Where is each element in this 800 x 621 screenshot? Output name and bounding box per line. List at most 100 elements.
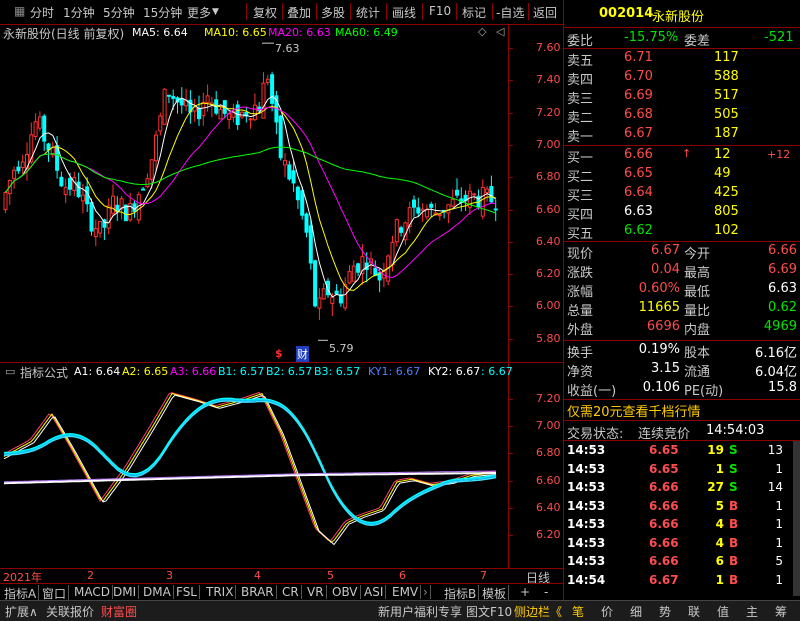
tab-macd[interactable]: MACD xyxy=(72,585,113,599)
related-quotes-button[interactable]: 关联报价 xyxy=(46,603,94,620)
low-price-mark: 5.79 xyxy=(329,342,354,355)
candle-body xyxy=(16,166,21,172)
stock-name: 永新股份 xyxy=(652,10,705,25)
tab-cr[interactable]: CR xyxy=(280,585,302,599)
ask-volume: 517 xyxy=(714,88,739,103)
stat-value: 6.16亿 xyxy=(755,346,797,361)
tick-side: B xyxy=(729,517,739,531)
tab-timeshare[interactable]: 分时 xyxy=(30,4,54,21)
collapse-icon[interactable]: ◁ xyxy=(496,25,504,38)
fuquan-button[interactable]: 复权 xyxy=(253,4,277,21)
overlay-button[interactable]: 叠加 xyxy=(287,4,311,21)
candle-body xyxy=(205,95,210,103)
multi-stock-button[interactable]: 多股 xyxy=(321,4,345,21)
tab-brar[interactable]: BRAR xyxy=(239,585,277,599)
indicator-name[interactable]: 指标公式 xyxy=(20,364,68,381)
tab-asi[interactable]: ASI xyxy=(362,585,387,599)
month-label: 2 xyxy=(87,569,94,582)
price-axis-tick: 5.80 xyxy=(536,331,561,345)
indicator-pane[interactable]: ▭ 指标公式 A1: 6.64 A2: 6.65 A3: 6.66 B1: 6.… xyxy=(0,362,563,568)
tick-count: 14 xyxy=(767,480,783,494)
remove-window-button[interactable]: - xyxy=(542,585,550,599)
candle-body xyxy=(89,202,94,232)
stat-label: 最低 xyxy=(684,285,711,300)
back-button[interactable]: 返回 xyxy=(533,4,557,21)
bid-price: 6.66 xyxy=(624,147,653,162)
candle-body xyxy=(412,199,416,208)
stat-label: 收益(一) xyxy=(567,384,617,399)
tab-obv[interactable]: OBV xyxy=(330,585,361,599)
statistics-button[interactable]: 统计 xyxy=(356,4,380,21)
tab-vr[interactable]: VR xyxy=(305,585,327,599)
draw-line-button[interactable]: 画线 xyxy=(392,4,416,21)
stat-label: 量比 xyxy=(684,304,711,319)
indicator-menu-icon[interactable]: ▭ xyxy=(5,365,15,378)
candle-body xyxy=(450,198,455,207)
tab-detail[interactable]: 细 xyxy=(630,603,642,620)
tab-tick[interactable]: 笔 xyxy=(572,603,584,620)
tab-value[interactable]: 值 xyxy=(717,603,729,620)
event-marker-finance[interactable]: 财 xyxy=(296,346,309,362)
tab-15min[interactable]: 15分钟 xyxy=(143,4,182,21)
up-arrow-icon: ↑ xyxy=(682,147,692,160)
mark-button[interactable]: 标记 xyxy=(462,4,486,21)
grid-icon[interactable]: ▦ xyxy=(14,4,25,18)
tick-time: 14:53 xyxy=(567,554,606,568)
bid-level-label: 买四 xyxy=(567,208,594,223)
tab-main[interactable]: 主 xyxy=(746,603,758,620)
tab-trend[interactable]: 势 xyxy=(659,603,671,620)
tab-price[interactable]: 价 xyxy=(601,603,613,620)
chevron-down-icon[interactable]: ▼ xyxy=(212,7,219,17)
tab-more[interactable]: 更多 xyxy=(187,4,211,21)
tab-trix[interactable]: TRIX xyxy=(204,585,237,599)
bid-price: 6.63 xyxy=(624,204,653,219)
settings-diamond-icon[interactable]: ◇ xyxy=(478,25,486,38)
tick-scrollbar[interactable] xyxy=(793,441,800,596)
level2-promo[interactable]: 仅需20元查看千档行情 xyxy=(567,401,701,420)
candle-body xyxy=(308,225,313,264)
add-window-button[interactable]: + xyxy=(518,585,532,599)
wealth-circle-button[interactable]: 财富圈 xyxy=(101,603,137,620)
tab-dmi[interactable]: DMI xyxy=(111,585,140,599)
f10-graphic-button[interactable]: 图文F10 xyxy=(466,603,512,620)
candle-body xyxy=(424,209,429,218)
tick-count: 5 xyxy=(775,554,783,568)
tab-linked[interactable]: 联 xyxy=(688,603,700,620)
candle-body xyxy=(265,78,270,83)
kline-pane[interactable]: 永新股份(日线 前复权) MA5: 6.64 MA10: 6.65 MA20: … xyxy=(0,24,563,363)
tick-time: 14:53 xyxy=(567,461,606,476)
tab-emv[interactable]: EMV xyxy=(390,585,422,599)
tick-price: 6.66 xyxy=(649,535,679,550)
tab-fsl[interactable]: FSL xyxy=(174,585,200,599)
candle-body xyxy=(493,208,498,211)
tab-dma[interactable]: DMA xyxy=(141,585,174,599)
kline-chart[interactable] xyxy=(0,24,563,362)
f10-button[interactable]: F10 xyxy=(429,4,451,18)
tab-1min[interactable]: 1分钟 xyxy=(63,4,95,21)
indicator-axis-tick: 7.00 xyxy=(536,419,561,433)
tick-price: 6.65 xyxy=(649,461,679,476)
sidebar-toggle[interactable]: 侧边栏《 xyxy=(514,603,562,620)
candle-body xyxy=(485,188,490,193)
candle-body xyxy=(257,106,262,112)
tick-price: 6.65 xyxy=(649,443,679,457)
expand-button[interactable]: 扩展∧ xyxy=(5,603,38,620)
bid-change: +12 xyxy=(767,148,791,161)
candle-body xyxy=(162,88,167,125)
promo-link[interactable]: 新用户福利专享 xyxy=(378,603,462,620)
scroll-right-icon[interactable]: › xyxy=(421,585,431,599)
tick-volume: 1 xyxy=(715,572,724,587)
candle-body xyxy=(343,284,348,309)
month-label: 6 xyxy=(399,569,406,582)
event-marker-s[interactable]: $ xyxy=(275,347,283,360)
tab-chips[interactable]: 筹 xyxy=(775,603,787,620)
price-axis-tick: 7.00 xyxy=(536,137,561,151)
indicator-chart[interactable] xyxy=(0,362,563,568)
stat-label: 涨跌 xyxy=(567,266,594,281)
bid-volume: 805 xyxy=(714,204,739,219)
candle-body xyxy=(420,208,425,212)
price-axis-tick: 6.00 xyxy=(536,299,561,313)
tab-5min[interactable]: 5分钟 xyxy=(103,4,135,21)
tick-time: 14:53 xyxy=(567,517,606,531)
remove-favorite-button[interactable]: -自选 xyxy=(496,4,524,21)
